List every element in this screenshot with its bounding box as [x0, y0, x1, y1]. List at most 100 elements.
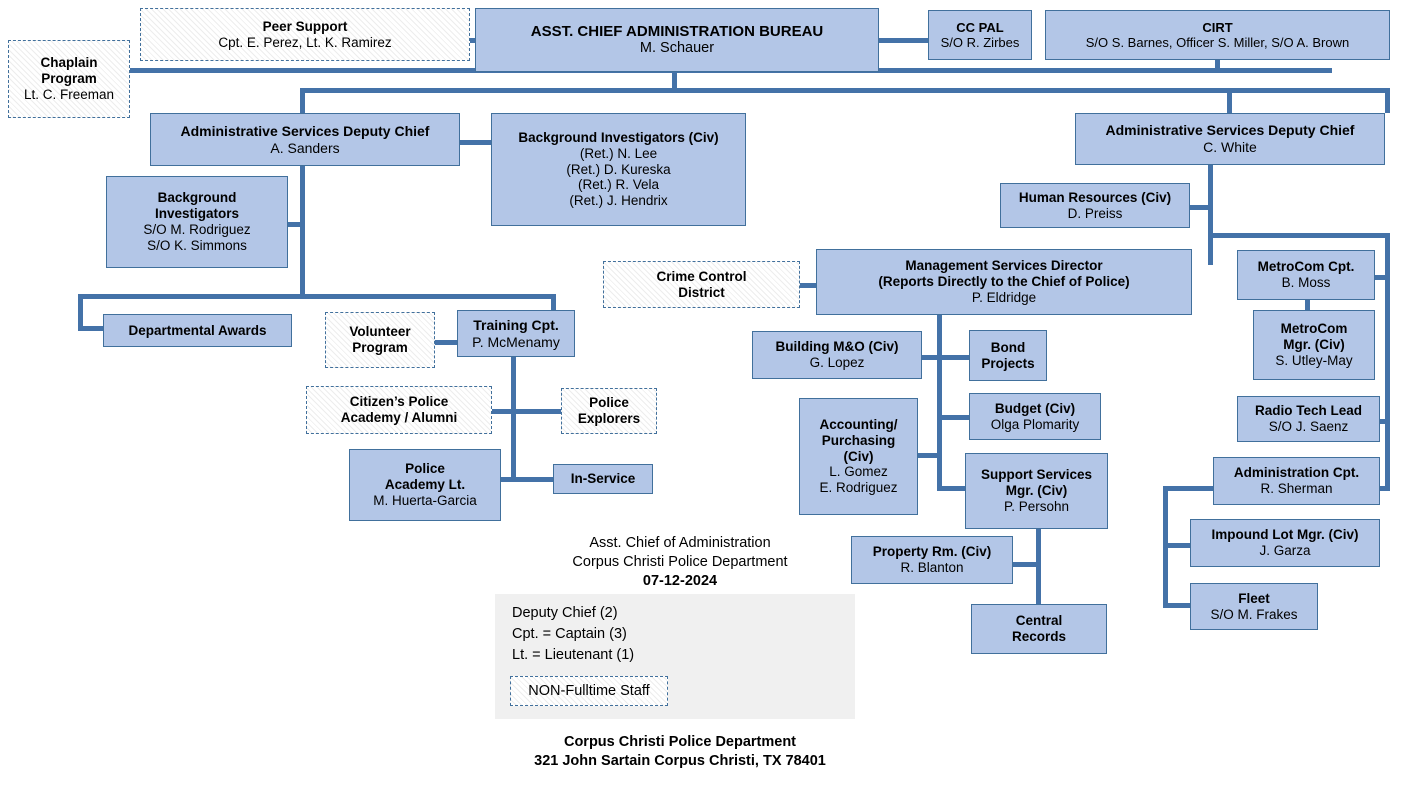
cc-pal-title: CC PAL	[956, 19, 1004, 35]
node-support-services-mgr-civ[interactable]: Support Services Mgr. (Civ) P. Persohn	[965, 453, 1108, 529]
msd-sub: P. Eldridge	[971, 289, 1037, 305]
connector-asd-right-stem	[1227, 88, 1232, 113]
node-police-academy-lt[interactable]: Police Academy Lt. M. Huerta-Garcia	[349, 449, 501, 521]
node-management-services-director[interactable]: Management Services Director (Reports Di…	[816, 249, 1192, 315]
node-in-service[interactable]: In-Service	[553, 464, 653, 494]
node-metrocom-cpt[interactable]: MetroCom Cpt. B. Moss	[1237, 250, 1375, 300]
bg-inv-sub-1: S/O M. Rodriguez	[143, 222, 251, 237]
metrocom-mgr-sub: S. Utley-May	[1275, 352, 1353, 368]
node-cirt[interactable]: CIRT S/O S. Barnes, Officer S. Miller, S…	[1045, 10, 1390, 60]
node-asst-chief-administration-bureau[interactable]: ASST. CHIEF ADMINISTRATION BUREAU M. Sch…	[475, 8, 879, 72]
node-impound-lot-mgr-civ[interactable]: Impound Lot Mgr. (Civ) J. Garza	[1190, 519, 1380, 567]
bg-inv-title-2: Investigators	[154, 206, 240, 222]
node-departmental-awards[interactable]: Departmental Awards	[103, 314, 292, 347]
footer-line-1: Corpus Christi Police Department	[563, 734, 797, 750]
support-services-title-1: Support Services	[980, 467, 1093, 483]
hr-title: Human Resources (Civ)	[1018, 189, 1172, 205]
node-background-investigators-civ[interactable]: Background Investigators (Civ) (Ret.) N.…	[491, 113, 746, 226]
connector-left-lower-bus	[78, 294, 556, 299]
accounting-title-1: Accounting/	[819, 416, 898, 432]
node-metrocom-mgr-civ[interactable]: MetroCom Mgr. (Civ) S. Utley-May	[1253, 310, 1375, 380]
node-administration-cpt[interactable]: Administration Cpt. R. Sherman	[1213, 457, 1380, 505]
connector-property-rm	[1013, 562, 1039, 567]
cirt-sub: S/O S. Barnes, Officer S. Miller, S/O A.…	[1085, 35, 1350, 50]
connector-in-service	[514, 477, 556, 482]
node-crime-control-district[interactable]: Crime Control District	[603, 261, 800, 308]
legend-swatch-label: NON-Fulltime Staff	[528, 683, 650, 699]
bond-projects-title-1: Bond	[990, 339, 1026, 355]
connector-training-trunk	[511, 357, 516, 480]
property-rm-sub: R. Blanton	[900, 560, 964, 575]
chaplain-title-1: Chaplain	[40, 55, 98, 71]
fleet-title: Fleet	[1238, 590, 1270, 606]
impound-lot-title: Impound Lot Mgr. (Civ)	[1211, 527, 1359, 543]
connector-asd-left-to-bgciv	[459, 140, 492, 145]
connector-bond-projects	[937, 355, 971, 360]
fleet-sub: S/O M. Frakes	[1210, 606, 1298, 622]
node-volunteer-program[interactable]: Volunteer Program	[325, 312, 435, 368]
asd-left-title: Administrative Services Deputy Chief	[180, 122, 430, 139]
peer-support-sub: Cpt. E. Perez, Lt. K. Ramirez	[218, 34, 392, 50]
msd-title-2: (Reports Directly to the Chief of Police…	[878, 274, 1130, 290]
bg-inv-sub-2: S/O K. Simmons	[147, 237, 247, 253]
node-fleet[interactable]: Fleet S/O M. Frakes	[1190, 583, 1318, 630]
node-accounting-purchasing-civ[interactable]: Accounting/ Purchasing (Civ) L. Gomez E.…	[799, 398, 918, 515]
dept-awards-title: Departmental Awards	[128, 322, 267, 338]
impound-lot-sub: J. Garza	[1259, 543, 1311, 558]
metrocom-cpt-sub: B. Moss	[1281, 275, 1331, 290]
connector-msd-trunk	[937, 315, 942, 490]
node-building-mo-civ[interactable]: Building M&O (Civ) G. Lopez	[752, 331, 922, 379]
node-chaplain-program[interactable]: Chaplain Program Lt. C. Freeman	[8, 40, 130, 118]
support-services-sub: P. Persohn	[1003, 498, 1070, 514]
node-central-records[interactable]: Central Records	[971, 604, 1107, 654]
radio-tech-sub: S/O J. Saenz	[1268, 419, 1349, 434]
volunteer-title-1: Volunteer	[349, 324, 411, 340]
node-cc-pal[interactable]: CC PAL S/O R. Zirbes	[928, 10, 1032, 60]
chaplain-title-2: Program	[41, 71, 97, 87]
node-administrative-services-deputy-chief-right[interactable]: Administrative Services Deputy Chief C. …	[1075, 113, 1385, 165]
node-training-cpt[interactable]: Training Cpt. P. McMenamy	[457, 310, 575, 357]
asd-right-sub: C. White	[1203, 139, 1257, 155]
legend-items: Deputy Chief (2) Cpt. = Captain (3) Lt. …	[512, 603, 812, 666]
connector-hr	[1189, 205, 1213, 210]
bg-inv-civ-sub-1: (Ret.) N. Lee	[579, 145, 658, 161]
radio-tech-title: Radio Tech Lead	[1254, 403, 1363, 419]
property-rm-title: Property Rm. (Civ)	[872, 544, 992, 560]
accounting-sub-2: E. Rodriguez	[819, 480, 898, 496]
node-police-explorers[interactable]: Police Explorers	[561, 388, 657, 434]
connector-metrocom-cpt	[1374, 275, 1390, 280]
node-administrative-services-deputy-chief-left[interactable]: Administrative Services Deputy Chief A. …	[150, 113, 460, 166]
metrocom-mgr-title-1: MetroCom	[1280, 321, 1348, 337]
node-radio-tech-lead[interactable]: Radio Tech Lead S/O J. Saenz	[1237, 396, 1380, 442]
connector-radio-tech	[1379, 419, 1390, 424]
connector-bus-right-drop	[1385, 88, 1390, 113]
footer-block: Corpus Christi Police Department 321 Joh…	[495, 733, 865, 771]
legend-item-2: Lt. = Lieutenant (1)	[512, 647, 635, 664]
connector-impound	[1163, 543, 1192, 548]
node-budget-civ[interactable]: Budget (Civ) Olga Plomarity	[969, 393, 1101, 440]
citizens-academy-title-1: Citizen’s Police	[349, 394, 449, 410]
asst-chief-title: ASST. CHIEF ADMINISTRATION BUREAU	[530, 22, 824, 40]
connector-cirt-stem	[1215, 60, 1220, 73]
training-cpt-sub: P. McMenamy	[472, 333, 560, 350]
budget-sub: Olga Plomarity	[990, 416, 1080, 432]
node-peer-support[interactable]: Peer Support Cpt. E. Perez, Lt. K. Ramir…	[140, 8, 470, 61]
connector-admin-subrail-top	[1163, 486, 1215, 491]
caption-block: Asst. Chief of Administration Corpus Chr…	[495, 534, 865, 591]
citizens-academy-title-2: Academy / Alumni	[340, 410, 458, 425]
bg-inv-civ-sub-4: (Ret.) J. Hendrix	[569, 193, 668, 209]
accounting-sub-1: L. Gomez	[829, 464, 888, 480]
peer-support-title: Peer Support	[262, 18, 348, 34]
node-property-room-civ[interactable]: Property Rm. (Civ) R. Blanton	[851, 536, 1013, 584]
connector-citizens-academy	[491, 409, 513, 414]
connector-admin-cpt	[1379, 486, 1390, 491]
cc-pal-sub: S/O R. Zirbes	[940, 35, 1020, 50]
connector-dept-awards-in	[78, 326, 104, 331]
node-citizens-police-academy-alumni[interactable]: Citizen’s Police Academy / Alumni	[306, 386, 492, 434]
msd-title-1: Management Services Director	[905, 258, 1103, 274]
node-bond-projects[interactable]: Bond Projects	[969, 330, 1047, 381]
caption-line-3: 07-12-2024	[642, 573, 718, 590]
administration-cpt-title: Administration Cpt.	[1233, 465, 1360, 481]
node-background-investigators[interactable]: Background Investigators S/O M. Rodrigue…	[106, 176, 288, 268]
node-human-resources-civ[interactable]: Human Resources (Civ) D. Preiss	[1000, 183, 1190, 228]
